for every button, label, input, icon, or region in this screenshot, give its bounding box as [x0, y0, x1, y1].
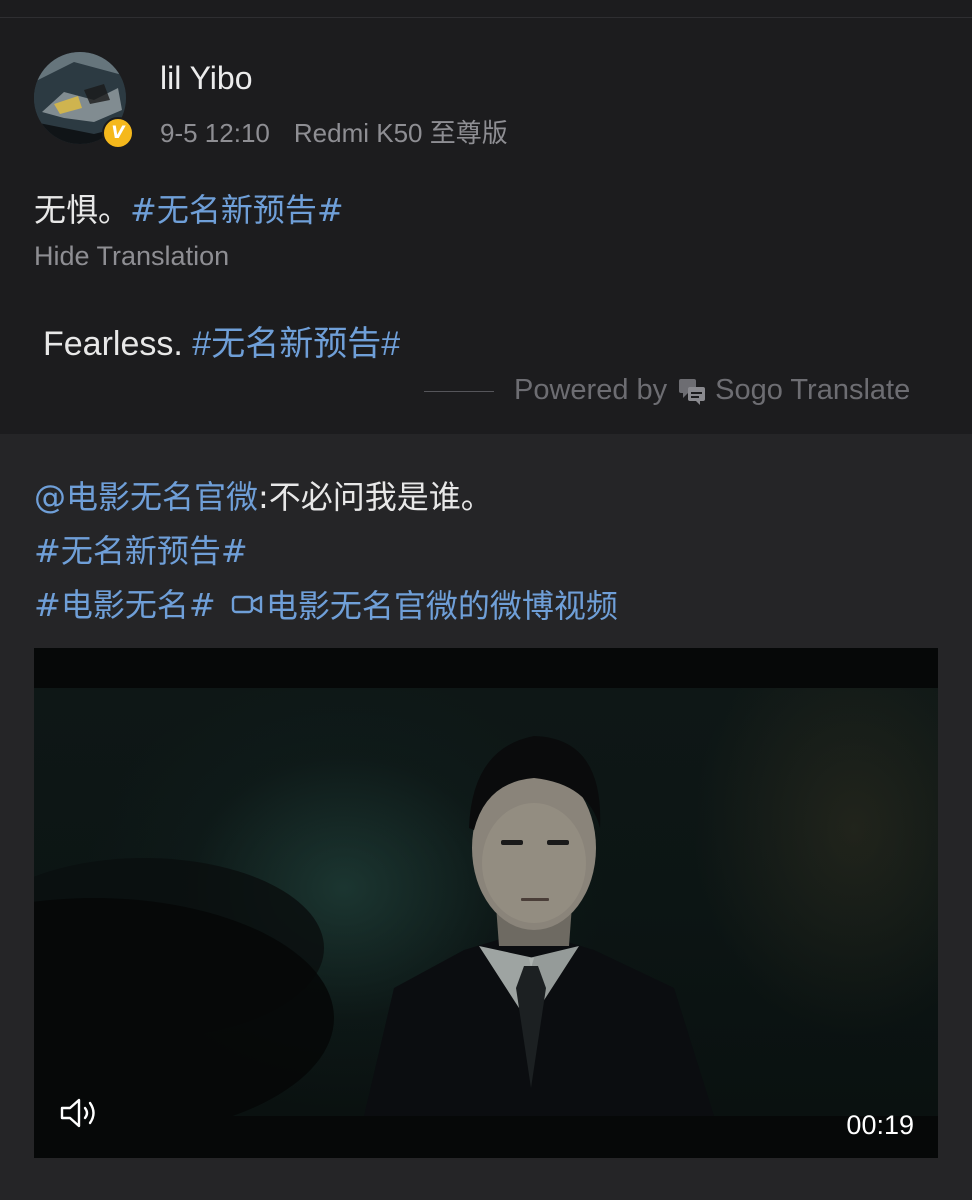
powered-by: Powered by Sogo Translate — [514, 374, 910, 407]
post-meta: 9-5 12:10 Redmi K50 至尊版 — [160, 113, 508, 150]
mention-link[interactable]: @电影无名官微 — [34, 478, 258, 516]
translated-hashtag[interactable]: #无名新预告# — [192, 325, 400, 363]
post-hashtag[interactable]: #无名新预告# — [130, 191, 344, 229]
translated-text: Fearless. #无名新预告# — [43, 316, 400, 365]
powered-by-service: Sogo Translate — [715, 374, 911, 406]
post-text-plain: 无惧。 — [34, 191, 131, 229]
retweet-hashtag-2[interactable]: #电影无名# — [34, 586, 216, 624]
video-player[interactable]: 00:19 — [34, 648, 938, 1158]
speaker-icon[interactable] — [58, 1096, 100, 1130]
retweet-line-2: #无名新预告# — [34, 526, 248, 572]
video-link[interactable]: 电影无名官微的微博视频 — [226, 581, 618, 627]
video-thumbnail — [34, 736, 714, 1116]
powered-divider — [424, 391, 494, 392]
author-name[interactable]: lil Yibo — [160, 60, 253, 97]
verified-badge-icon: V — [102, 117, 134, 149]
retweet-line-1: @电影无名官微:不必问我是谁。 — [34, 472, 493, 518]
hide-translation-button[interactable]: Hide Translation — [34, 241, 229, 272]
top-divider — [0, 17, 972, 18]
translated-text-plain: Fearless. — [43, 325, 183, 363]
post-device: Redmi K50 至尊版 — [293, 118, 508, 148]
post-text: 无惧。#无名新预告# — [34, 185, 344, 231]
video-frame — [34, 688, 938, 1116]
video-link-label: 电影无名官微的微博视频 — [265, 587, 618, 625]
video-duration: 00:19 — [846, 1110, 914, 1140]
video-camera-icon — [231, 595, 263, 614]
translate-icon — [679, 378, 706, 405]
post-time: 9-5 12:10 — [160, 118, 270, 148]
retweet-hashtag-1[interactable]: #无名新预告# — [34, 532, 248, 570]
retweet-line-3: #电影无名# 电影无名官微的微博视频 — [34, 580, 618, 627]
retweet-text: :不必问我是谁。 — [258, 478, 493, 516]
powered-by-prefix: Powered by — [514, 374, 668, 406]
